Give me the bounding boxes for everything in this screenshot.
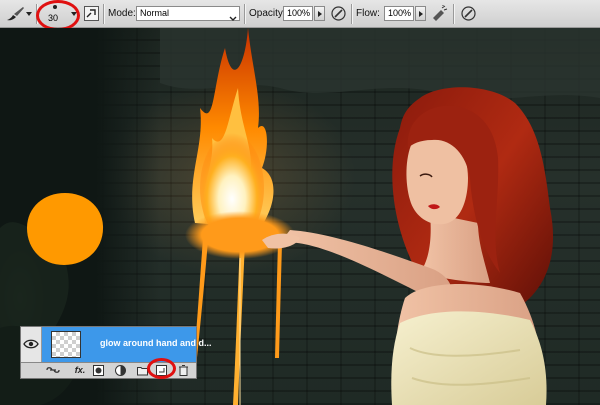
document-canvas[interactable]: glow around hand and d... fx. bbox=[0, 28, 600, 405]
tablet-pressure-opacity-icon[interactable] bbox=[330, 5, 347, 22]
brush-size-dropdown-icon[interactable] bbox=[71, 12, 77, 16]
brush-icon[interactable] bbox=[4, 5, 26, 23]
opacity-slider-arrow[interactable] bbox=[314, 6, 325, 21]
flow-label: Flow: bbox=[356, 8, 380, 19]
link-layers-icon[interactable] bbox=[45, 365, 61, 376]
opacity-field[interactable]: 100% bbox=[283, 6, 313, 21]
fx-icon[interactable]: fx. bbox=[73, 365, 87, 376]
layer-visibility-toggle[interactable] bbox=[21, 327, 42, 362]
brush-panel-toggle-icon[interactable] bbox=[84, 6, 99, 21]
tool-preset-dropdown-icon[interactable] bbox=[26, 12, 32, 16]
layer-row-selected[interactable]: glow around hand and d... bbox=[21, 327, 212, 363]
new-group-icon[interactable] bbox=[137, 365, 148, 376]
mode-label: Mode: bbox=[108, 8, 136, 19]
add-mask-icon[interactable] bbox=[93, 365, 104, 376]
brush-size-value: 30 bbox=[48, 13, 59, 23]
adjustment-layer-icon[interactable] bbox=[115, 365, 126, 376]
tablet-pressure-size-icon[interactable] bbox=[460, 5, 477, 22]
separator bbox=[103, 4, 104, 24]
mode-select[interactable]: Normal bbox=[136, 6, 240, 21]
brush-tip-dot-icon bbox=[53, 5, 57, 9]
layers-panel: glow around hand and d... fx. bbox=[20, 326, 212, 379]
brush-size-picker[interactable]: 30 bbox=[42, 2, 70, 26]
mode-dropdown-chevron-icon[interactable] bbox=[229, 9, 237, 21]
separator bbox=[351, 4, 352, 24]
eye-icon bbox=[23, 339, 39, 349]
flow-field[interactable]: 100% bbox=[384, 6, 414, 21]
opacity-label: Opacity: bbox=[249, 8, 286, 19]
separator bbox=[453, 4, 454, 24]
airbrush-icon[interactable] bbox=[430, 5, 448, 22]
new-layer-icon[interactable] bbox=[156, 365, 167, 376]
separator bbox=[36, 4, 37, 24]
options-bar: 30 Mode: Normal Opacity: 100% Flow: 100% bbox=[0, 0, 600, 31]
layer-name[interactable]: glow around hand and d... bbox=[100, 338, 212, 348]
separator bbox=[244, 4, 245, 24]
trash-icon[interactable] bbox=[178, 365, 189, 376]
layer-thumbnail[interactable] bbox=[51, 331, 81, 358]
layers-panel-footer: fx. bbox=[21, 363, 196, 378]
brush-preview-dot bbox=[26, 191, 104, 267]
layer-link-chain-icon bbox=[43, 339, 49, 349]
flow-slider-arrow[interactable] bbox=[415, 6, 426, 21]
